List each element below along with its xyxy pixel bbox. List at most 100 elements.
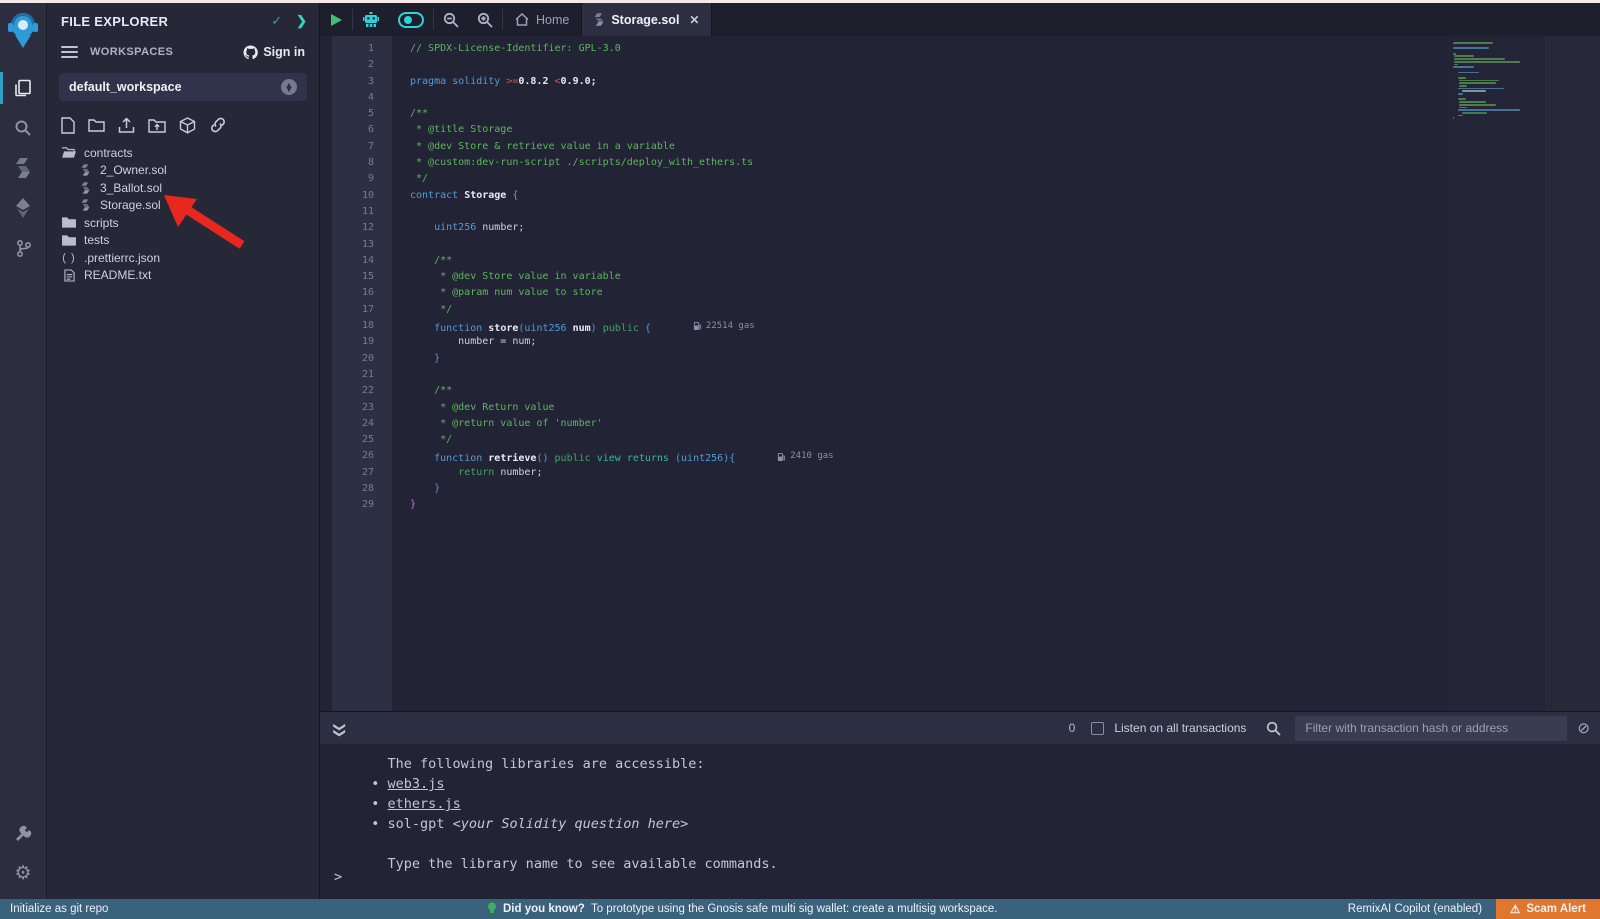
line-number-gutter: 1234567891011121314151617181920212223242… [332, 36, 392, 711]
tree-item-label: tests [84, 233, 109, 247]
sidebar-item-git[interactable] [0, 228, 47, 268]
code-line-18: function store(uint256 num) public {2251… [410, 318, 1600, 334]
workspaces-label: WORKSPACES [90, 46, 243, 58]
transaction-count: 0 [1069, 721, 1076, 735]
solidity-compiler-icon [15, 158, 31, 178]
tree-item-tests[interactable]: tests [47, 232, 319, 250]
code-content[interactable]: // SPDX-License-Identifier: GPL-3.0pragm… [392, 36, 1600, 711]
doc-icon [61, 269, 77, 282]
hamburger-menu-icon[interactable] [61, 43, 78, 61]
minimap-line [1453, 42, 1493, 44]
close-tab-icon[interactable]: ✕ [689, 13, 699, 27]
new-folder-icon[interactable] [88, 117, 105, 134]
git-init-status[interactable]: Initialize as git repo [0, 903, 108, 915]
collapse-terminal-icon[interactable]: ❯❯ [333, 722, 347, 734]
terminal-line [355, 834, 1600, 854]
listen-transactions-checkbox[interactable] [1091, 722, 1104, 735]
code-line-17: */ [410, 302, 1600, 318]
sign-in-button[interactable]: Sign in [243, 45, 305, 60]
minimap-line [1454, 64, 1457, 66]
editor-scrollbar[interactable] [1545, 36, 1600, 711]
link-icon[interactable] [209, 117, 227, 134]
minimap-line [1459, 80, 1499, 82]
upload-file-icon[interactable] [118, 117, 135, 134]
tree-item-scripts[interactable]: scripts [47, 214, 319, 232]
zoom-out-button[interactable] [434, 3, 468, 36]
sidebar-item-settings[interactable]: ⚙ [0, 853, 47, 893]
line-number: 20 [332, 351, 392, 367]
git-branch-icon [15, 239, 32, 258]
ai-copilot-button[interactable] [353, 3, 389, 36]
line-number: 1 [332, 41, 392, 57]
sidebar-item-file-explorer[interactable] [0, 68, 47, 108]
deploy-run-icon [14, 198, 32, 218]
zoom-in-icon [477, 12, 493, 28]
copilot-toggle[interactable] [389, 3, 433, 36]
tree-item-label: contracts [84, 146, 133, 160]
scam-alert-button[interactable]: ⚠ Scam Alert [1496, 899, 1600, 919]
copilot-status[interactable]: RemixAI Copilot (enabled) [1348, 903, 1482, 915]
tree-item-label: scripts [84, 216, 119, 230]
code-line-24: * @return value of 'number' [410, 416, 1600, 432]
main-area: Home Storage.sol ✕ 123456789101112131415… [320, 3, 1600, 899]
sidebar-item-search[interactable] [0, 108, 47, 148]
run-script-button[interactable] [320, 3, 352, 36]
check-icon: ✓ [271, 13, 282, 29]
line-number: 13 [332, 237, 392, 253]
terminal-output[interactable]: The following libraries are accessible: … [320, 744, 1600, 899]
minimap-line [1453, 66, 1474, 68]
minimap-line [1458, 77, 1466, 79]
code-line-21 [410, 367, 1600, 383]
tree-item-readme-txt[interactable]: README.txt [47, 267, 319, 285]
ethers-link[interactable]: ethers.js [388, 796, 461, 812]
upload-folder-icon[interactable] [148, 117, 166, 134]
minimap-line [1454, 55, 1474, 57]
box-icon[interactable] [179, 117, 196, 134]
folder-icon [61, 234, 77, 247]
solidity-icon [77, 199, 93, 211]
minimap-line [1453, 53, 1456, 55]
terminal-search-icon[interactable] [1266, 721, 1281, 736]
sidebar-item-plugin-manager[interactable] [0, 813, 47, 853]
home-icon [515, 13, 529, 26]
terminal-prompt[interactable]: > [334, 869, 342, 885]
tree-item-2-owner-sol[interactable]: 2_Owner.sol [47, 162, 319, 180]
solidity-file-icon [594, 13, 604, 26]
gas-estimate-badge[interactable]: 2410 gas [777, 448, 833, 464]
line-number: 28 [332, 481, 392, 497]
clear-console-icon[interactable]: ⊘ [1577, 719, 1590, 737]
code-editor[interactable]: 1234567891011121314151617181920212223242… [320, 36, 1600, 711]
new-file-icon[interactable] [61, 117, 75, 134]
terminal-line: • ethers.js [355, 794, 1600, 814]
code-line-2 [410, 57, 1600, 73]
web3-link[interactable]: web3.js [388, 776, 445, 792]
tree-item-3-ballot-sol[interactable]: 3_Ballot.sol [47, 179, 319, 197]
code-line-14: /** [410, 253, 1600, 269]
tab-storage-label: Storage.sol [611, 13, 679, 27]
transaction-filter-input[interactable] [1295, 716, 1567, 741]
zoom-in-button[interactable] [468, 3, 502, 36]
folder-icon [61, 216, 77, 229]
gas-estimate-badge[interactable]: 22514 gas [693, 318, 755, 334]
solidity-icon [77, 182, 93, 194]
remix-logo-icon[interactable] [6, 11, 40, 54]
code-line-7: * @dev Store & retrieve value in a varia… [410, 139, 1600, 155]
tab-storage-sol[interactable]: Storage.sol ✕ [582, 3, 712, 36]
line-number: 24 [332, 416, 392, 432]
tab-home[interactable]: Home [503, 3, 582, 36]
tree-item-storage-sol[interactable]: Storage.sol [47, 197, 319, 215]
chevron-right-icon[interactable]: ❯ [296, 13, 307, 29]
tree-item-contracts[interactable]: contracts [47, 144, 319, 162]
sidebar-item-solidity-compiler[interactable] [0, 148, 47, 188]
minimap-line [1453, 47, 1489, 49]
glyph-margin [320, 36, 332, 711]
code-line-25: */ [410, 432, 1600, 448]
did-you-know-tip: Did you know? To prototype using the Gno… [487, 902, 998, 916]
minimap-line [1459, 107, 1467, 109]
minimap[interactable] [1447, 38, 1545, 711]
tree-item--prettierrc-json[interactable]: ( ).prettierrc.json [47, 249, 319, 267]
sidebar-item-deploy-run[interactable] [0, 188, 47, 228]
workspace-select[interactable]: default_workspace ▲▼ [59, 73, 307, 101]
tree-item-label: README.txt [84, 268, 151, 282]
code-line-12: uint256 number; [410, 220, 1600, 236]
